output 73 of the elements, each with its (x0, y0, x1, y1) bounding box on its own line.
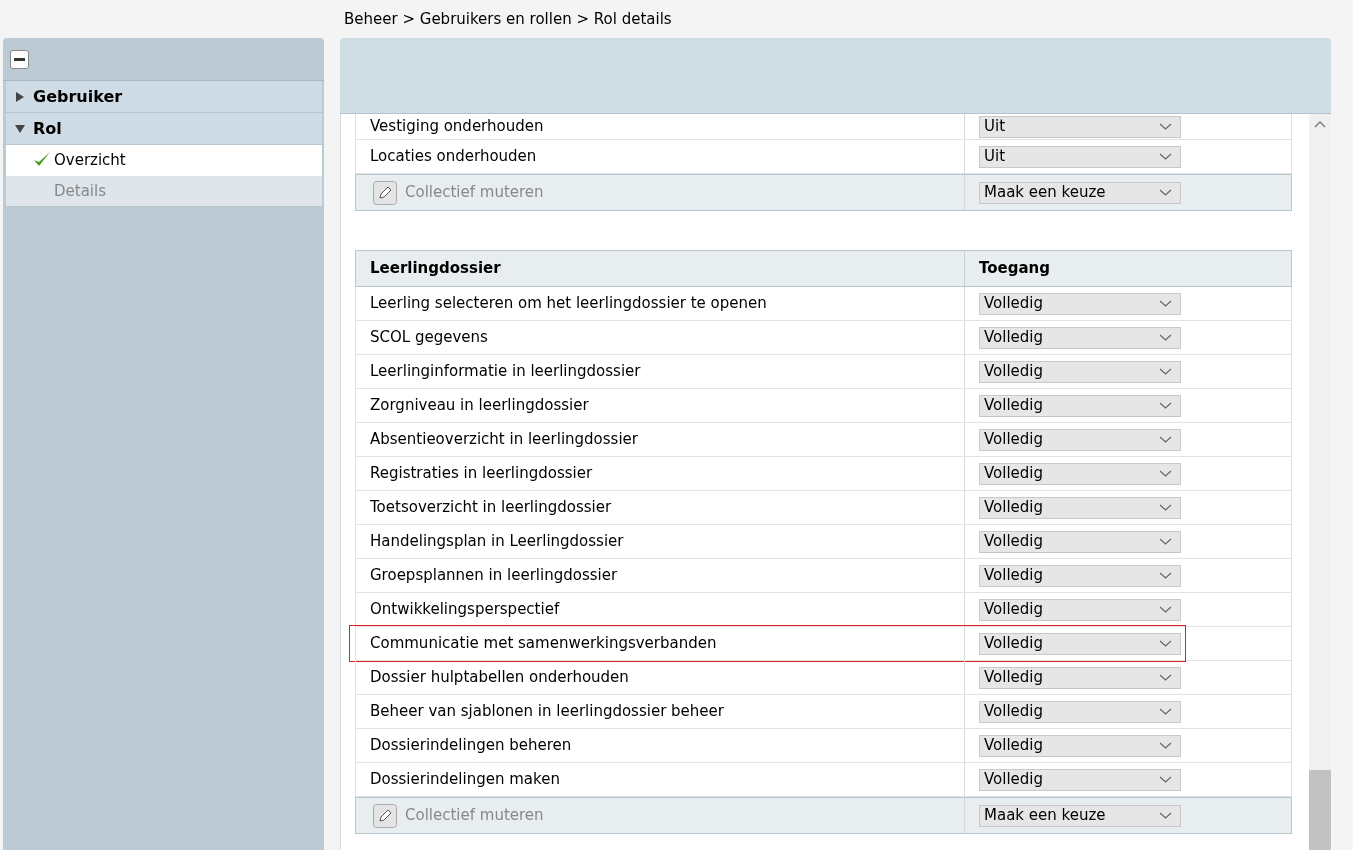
bulk-edit-label: Collectief muteren (405, 182, 544, 204)
sidebar-group[interactable]: Rol (6, 113, 322, 145)
chevron-down-icon (1159, 606, 1172, 613)
permission-label: Beheer van sjablonen in leerlingdossier beheer (370, 701, 724, 723)
chevron-down-icon (1159, 123, 1172, 130)
chevron-down-icon (1159, 776, 1172, 783)
scrollbar-thumb[interactable] (1309, 770, 1331, 850)
dropdown[interactable]: Volledig (979, 632, 1181, 655)
triangle-right-icon (15, 91, 25, 102)
dropdown[interactable]: Uit (979, 115, 1181, 138)
chevron-down-icon (1159, 189, 1172, 196)
permission-label: Vestiging onderhouden (370, 116, 544, 138)
permission-label: Ontwikkelingsperspectief (370, 599, 560, 621)
dropdown[interactable]: Volledig (979, 292, 1181, 315)
permission-label: Dossierindelingen maken (370, 769, 560, 791)
dropdown[interactable]: Volledig (979, 564, 1181, 587)
dropdown[interactable]: Volledig (979, 768, 1181, 791)
permission-label: SCOL gegevens (370, 327, 488, 349)
dropdown[interactable]: Volledig (979, 598, 1181, 621)
chevron-down-icon (1159, 334, 1172, 341)
chevron-down-icon (1159, 674, 1172, 681)
dropdown[interactable]: Volledig (979, 326, 1181, 349)
permission-label: Dossier hulptabellen onderhouden (370, 667, 629, 689)
scroll-up-icon[interactable] (1314, 120, 1326, 128)
dropdown[interactable]: Volledig (979, 462, 1181, 485)
permission-label: Zorgniveau in leerlingdossier (370, 395, 589, 417)
group-label: Gebruiker (33, 85, 123, 108)
collapse-button[interactable] (10, 49, 29, 69)
permission-label: Leerlinginformatie in leerlingdossier (370, 361, 641, 383)
chevron-down-icon (1159, 640, 1172, 647)
chevron-down-icon (1159, 708, 1172, 715)
chevron-down-icon (1159, 470, 1172, 477)
permission-label: Toetsoverzicht in leerlingdossier (370, 497, 612, 519)
sidebar-group[interactable]: Gebruiker (6, 81, 322, 113)
bulk-edit-label: Collectief muteren (405, 805, 544, 827)
permission-label: Handelingsplan in Leerlingdossier (370, 531, 624, 553)
dropdown[interactable]: Volledig (979, 530, 1181, 553)
dropdown[interactable]: Volledig (979, 360, 1181, 383)
permission-label: Locaties onderhouden (370, 146, 537, 168)
permission-label: Registraties in leerlingdossier (370, 463, 593, 485)
dropdown[interactable]: Uit (979, 145, 1181, 168)
dropdown[interactable]: Maak een keuze (979, 804, 1181, 827)
group-label: Rol (33, 117, 62, 140)
scrollbar[interactable] (1309, 114, 1331, 850)
dropdown[interactable]: Volledig (979, 496, 1181, 519)
dropdown[interactable]: Volledig (979, 666, 1181, 689)
chevron-down-icon (1159, 742, 1172, 749)
column-header: Toegang (979, 258, 1050, 280)
dropdown[interactable]: Volledig (979, 394, 1181, 417)
pencil-icon[interactable] (373, 180, 397, 205)
triangle-down-icon (15, 123, 25, 134)
dropdown[interactable]: Maak een keuze (979, 181, 1181, 204)
permission-label: Groepsplannen in leerlingdossier (370, 565, 618, 587)
chevron-down-icon (1159, 402, 1172, 409)
chevron-down-icon (1159, 504, 1172, 511)
chevron-down-icon (1159, 436, 1172, 443)
pencil-icon[interactable] (373, 803, 397, 828)
permission-label: Leerling selecteren om het leerlingdossier te openen (370, 293, 767, 315)
dropdown[interactable]: Volledig (979, 734, 1181, 757)
chevron-down-icon (1159, 368, 1172, 375)
chevron-down-icon (1159, 572, 1172, 579)
chevron-down-icon (1159, 153, 1172, 160)
permission-label: Dossierindelingen beheren (370, 735, 572, 757)
breadcrumb: Beheer > Gebruikers en rollen > Rol details (344, 8, 672, 30)
permission-label: Absentieoverzicht in leerlingdossier (370, 429, 638, 451)
permission-label: Communicatie met samenwerkingsverbanden (370, 633, 717, 655)
chevron-down-icon (1159, 812, 1172, 819)
dropdown[interactable]: Volledig (979, 700, 1181, 723)
column-header: Leerlingdossier (370, 258, 501, 280)
chevron-down-icon (1159, 300, 1172, 307)
sidebar-item[interactable]: Overzicht (6, 145, 322, 176)
chevron-down-icon (1159, 538, 1172, 545)
dropdown[interactable]: Volledig (979, 428, 1181, 451)
